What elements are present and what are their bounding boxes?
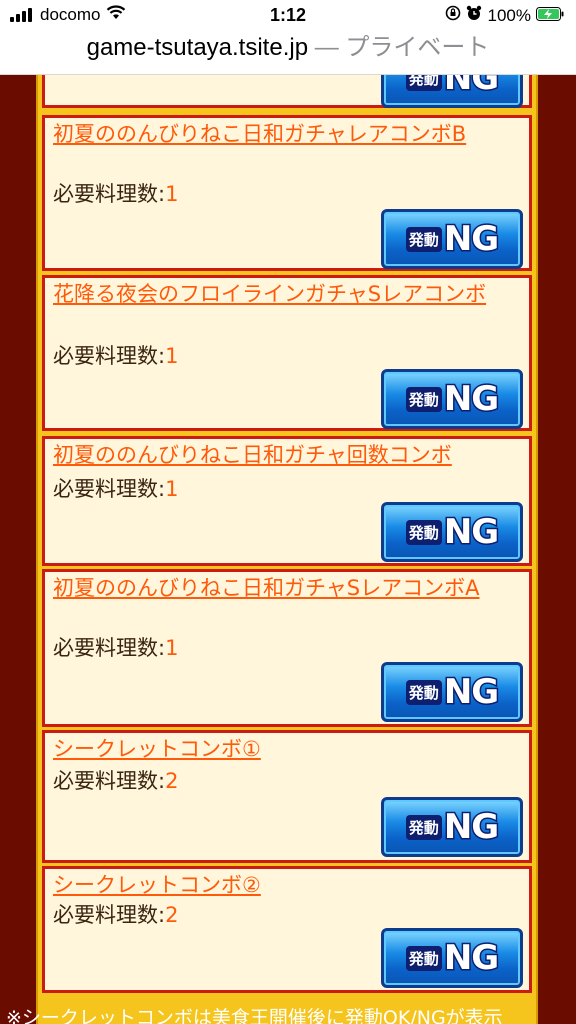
- footnote-text: ※シークレットコンボは美食王開催後に発動OK/NGが表示: [6, 1007, 503, 1024]
- activate-ng-button[interactable]: 発動 NG: [381, 502, 523, 562]
- required-dishes: 必要料理数:2: [53, 769, 179, 793]
- button-label: NG: [442, 378, 500, 421]
- combo-name-link[interactable]: 初夏ののんびりねこ日和ガチャ回数コンボ: [53, 441, 523, 470]
- activate-ng-button[interactable]: 発動 NG: [381, 75, 523, 108]
- combo-card: 花降る夜会のフロイラインガチャSレアコンボ 必要料理数:1 発動 NG: [42, 275, 532, 431]
- required-dishes: 必要料理数:1: [53, 344, 179, 368]
- combo-card: シークレットコンボ① 必要料理数:2 発動 NG: [42, 730, 532, 863]
- button-kanji: 発動: [405, 75, 442, 91]
- button-label: NG: [442, 671, 500, 714]
- address-bar[interactable]: game-tsutaya.tsite.jp — プライベート: [0, 30, 576, 75]
- required-dishes: 必要料理数:1: [53, 182, 179, 206]
- button-kanji: 発動: [405, 386, 442, 412]
- page-content: 発動 NG 初夏ののんびりねこ日和ガチャレアコンボB 必要料理数:1 発動 NG 花…: [0, 75, 576, 1024]
- combo-card: 発動 NG: [42, 75, 532, 108]
- activate-ng-button[interactable]: 発動 NG: [381, 369, 523, 429]
- button-kanji: 発動: [405, 226, 442, 252]
- button-label: NG: [442, 511, 500, 554]
- activate-ng-button[interactable]: 発動 NG: [381, 928, 523, 988]
- combo-name-link[interactable]: シークレットコンボ②: [53, 871, 523, 900]
- activate-ng-button[interactable]: 発動 NG: [381, 209, 523, 269]
- combo-name-link[interactable]: 初夏ののんびりねこ日和ガチャSレアコンボA: [53, 574, 523, 603]
- required-dishes: 必要料理数:1: [53, 477, 179, 501]
- button-label: NG: [442, 75, 500, 100]
- button-kanji: 発動: [405, 679, 442, 705]
- combo-card: 初夏ののんびりねこ日和ガチャレアコンボB 必要料理数:1 発動 NG: [42, 115, 532, 271]
- combo-name-link[interactable]: 初夏ののんびりねこ日和ガチャレアコンボB: [53, 120, 523, 149]
- combo-card: 初夏ののんびりねこ日和ガチャ回数コンボ 必要料理数:1 発動 NG: [42, 436, 532, 566]
- button-kanji: 発動: [405, 945, 442, 971]
- required-dishes: 必要料理数:1: [53, 636, 179, 660]
- alarm-icon: [466, 5, 482, 26]
- activate-ng-button[interactable]: 発動 NG: [381, 797, 523, 857]
- battery-percent: 100%: [487, 5, 531, 25]
- combo-card: シークレットコンボ② 必要料理数:2 発動 NG: [42, 866, 532, 993]
- address-domain: game-tsutaya.tsite.jp: [86, 34, 309, 61]
- combo-name-link[interactable]: 花降る夜会のフロイラインガチャSレアコンボ: [53, 280, 523, 309]
- button-kanji: 発動: [405, 814, 442, 840]
- activate-ng-button[interactable]: 発動 NG: [381, 662, 523, 722]
- battery-charging-icon: [536, 6, 564, 26]
- combo-name-link[interactable]: シークレットコンボ①: [53, 735, 523, 764]
- required-dishes: 必要料理数:2: [53, 903, 179, 927]
- button-label: NG: [442, 218, 500, 261]
- orientation-lock-icon: [445, 5, 461, 26]
- private-label: — プライベート: [314, 34, 490, 61]
- status-bar: docomo 1:12 100%: [0, 0, 576, 30]
- button-label: NG: [442, 806, 500, 849]
- button-kanji: 発動: [405, 519, 442, 545]
- button-label: NG: [442, 937, 500, 980]
- combo-card: 初夏ののんびりねこ日和ガチャSレアコンボA 必要料理数:1 発動 NG: [42, 569, 532, 727]
- status-right: 100%: [445, 5, 564, 26]
